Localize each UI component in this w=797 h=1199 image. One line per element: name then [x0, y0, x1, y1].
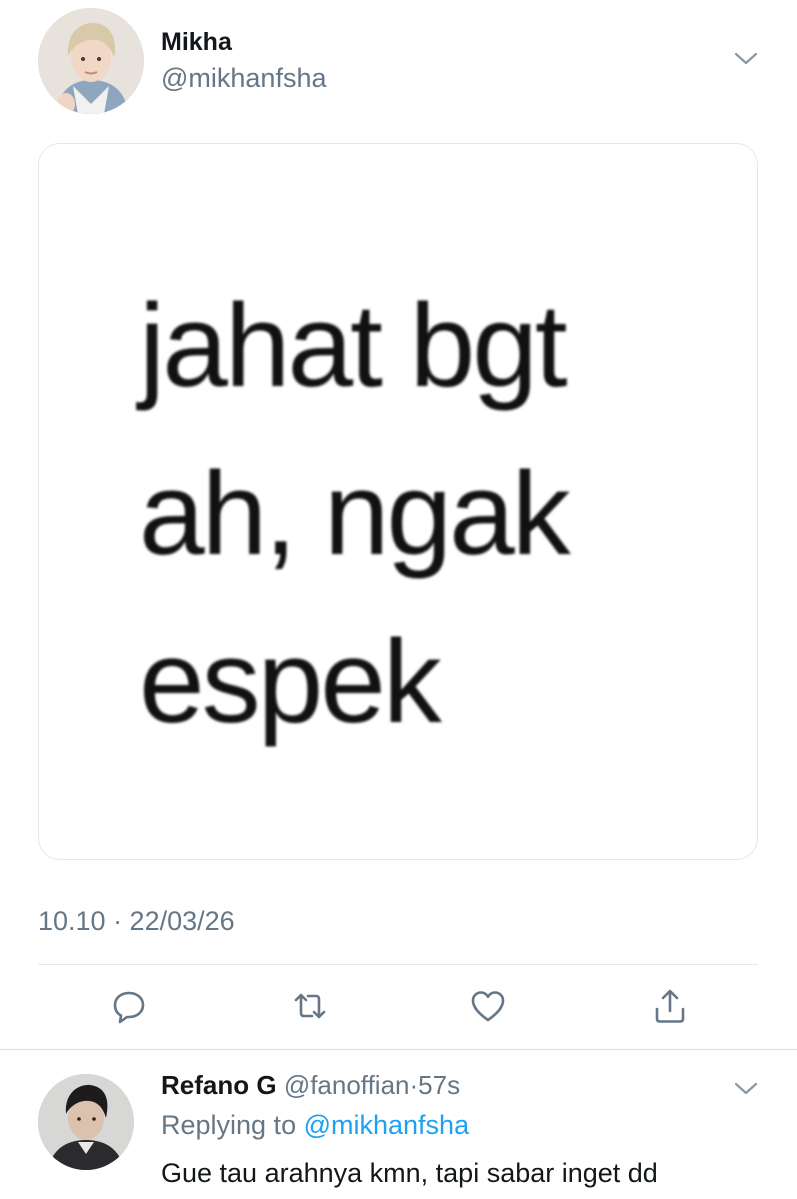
avatar-photo	[38, 1074, 134, 1170]
retweet-icon	[294, 993, 326, 1019]
media-line: jahat bgt	[139, 280, 568, 412]
like-icon	[471, 991, 505, 1022]
replying-to: Replying to @mikhanfsha	[161, 1110, 469, 1141]
like-button[interactable]	[464, 982, 512, 1030]
reply-icon	[113, 991, 145, 1024]
tweet-timestamp[interactable]: 10.10 · 22/03/26	[38, 906, 235, 937]
main-tweet: Mikha @mikhanfsha jahat bgt ah, ngak esp…	[0, 0, 797, 1050]
reply-author-handle[interactable]: @fanoffian	[284, 1070, 410, 1100]
replying-to-label: Replying to	[161, 1110, 297, 1140]
retweet-button[interactable]	[286, 982, 334, 1030]
media-line: espek	[139, 616, 442, 748]
reply-header: Refano G @fanoffian·57s	[161, 1070, 460, 1101]
reply-author-name[interactable]: Refano G	[161, 1070, 277, 1100]
reply-time[interactable]: 57s	[418, 1070, 460, 1100]
tweet-media[interactable]: jahat bgt ah, ngak espek	[38, 143, 758, 860]
media-caption: jahat bgt ah, ngak espek	[139, 262, 699, 766]
reply-button[interactable]	[105, 982, 153, 1030]
meta-separator: ·	[409, 1070, 419, 1100]
avatar-photo	[38, 8, 144, 114]
chevron-down-icon[interactable]	[733, 1080, 759, 1098]
reply-text: Gue tau arahnya kmn, tapi sabar inget dd	[161, 1158, 658, 1188]
share-icon	[655, 989, 685, 1023]
section-divider	[0, 1049, 797, 1050]
media-line: ah, ngak	[139, 448, 571, 580]
share-button[interactable]	[646, 982, 694, 1030]
reply-avatar[interactable]	[38, 1074, 134, 1170]
divider	[38, 964, 758, 965]
avatar[interactable]	[38, 8, 144, 114]
author-name[interactable]: Mikha	[161, 28, 232, 57]
replying-to-link[interactable]: @mikhanfsha	[304, 1110, 469, 1140]
author-handle[interactable]: @mikhanfsha	[161, 63, 326, 94]
chevron-down-icon[interactable]	[733, 50, 759, 68]
